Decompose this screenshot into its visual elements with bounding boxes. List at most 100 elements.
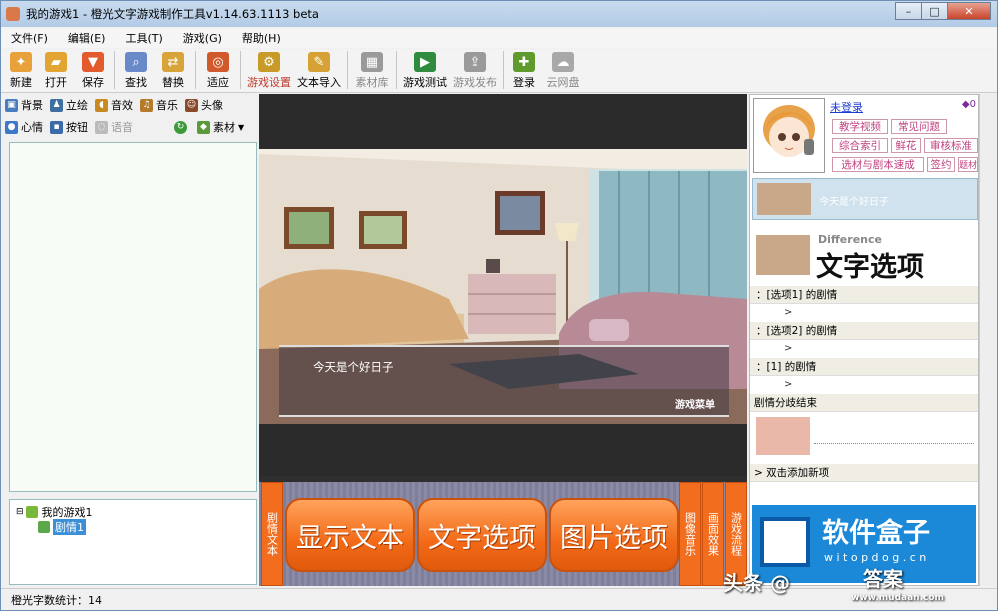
cloud-drive-icon: ☁: [552, 52, 574, 72]
open-folder-icon: ▰: [45, 52, 67, 72]
menu-file[interactable]: 文件(F): [1, 30, 58, 46]
login-icon: ✚: [513, 52, 535, 72]
replace-icon: ⇄: [162, 52, 184, 72]
event-show-text[interactable]: 今天是个好日子: [752, 178, 978, 220]
gear-icon: ⚙: [258, 52, 280, 72]
dialogue-text: 今天是个好日子: [313, 360, 394, 374]
menu-help[interactable]: 帮助(H): [232, 30, 291, 46]
material-library-icon: ▦: [361, 52, 383, 72]
speech-bubble-icon: ●: [5, 120, 18, 134]
close-button[interactable]: ✕: [947, 2, 991, 20]
tab-background[interactable]: ▣ 背景: [5, 97, 43, 113]
event-image[interactable]: [752, 415, 978, 457]
link-tutorial-video[interactable]: 教学视频: [832, 119, 888, 134]
option-branch-3-child[interactable]: >: [750, 376, 978, 392]
replace-button[interactable]: ⇄ 替换: [154, 49, 192, 91]
maximize-button[interactable]: □: [921, 2, 947, 20]
link-themes[interactable]: 题材: [958, 157, 978, 172]
game-folder-icon: [25, 505, 38, 518]
game-settings-button[interactable]: ⚙ 游戏设置: [244, 49, 294, 91]
refresh-button[interactable]: ↻: [174, 120, 190, 134]
text-import-button[interactable]: ✎ 文本导入: [294, 49, 344, 91]
tab-mood[interactable]: ● 心情: [5, 119, 43, 135]
tab-avatar[interactable]: ☺ 头像: [185, 97, 223, 113]
tab-screen-effects[interactable]: 画面效果: [702, 482, 724, 586]
option-branch-3[interactable]: ：[1] 的剧情: [750, 358, 978, 376]
link-flowers[interactable]: 鲜花: [891, 138, 921, 153]
image-thumbnail: [756, 417, 810, 455]
image-option-button[interactable]: 图片选项: [549, 498, 679, 572]
menu-bar: 文件(F) 编辑(E) 工具(T) 游戏(G) 帮助(H): [1, 28, 997, 48]
text-import-icon: ✎: [308, 52, 330, 72]
script-panel: 未登录 ◆0 教学视频 常见问题 综合索引 鲜花 审核标准 选材与剧本速成 签约…: [749, 94, 979, 586]
new-button[interactable]: ✦ 新建: [5, 49, 37, 91]
option-thumbnail: [756, 235, 810, 275]
text-option-button[interactable]: 文字选项: [417, 498, 547, 572]
open-button[interactable]: ▰ 打开: [37, 49, 75, 91]
tab-image-music[interactable]: 图像音乐: [679, 482, 701, 586]
login-button[interactable]: ✚ 登录: [507, 49, 541, 91]
branch-end[interactable]: 剧情分歧结束: [750, 394, 978, 412]
command-panel: 剧情文本 显示文本 文字选项 图片选项 图像音乐 画面效果 游戏流程: [259, 476, 747, 586]
new-file-icon: ✦: [10, 52, 32, 72]
voice-icon: ◌: [95, 120, 108, 134]
dialogue-box[interactable]: 今天是个好日子 游戏菜单: [279, 345, 729, 417]
game-preview[interactable]: 今天是个好日子 游戏菜单: [259, 94, 747, 476]
menu-tools[interactable]: 工具(T): [115, 30, 172, 46]
menu-game[interactable]: 游戏(G): [173, 30, 232, 46]
tab-voice[interactable]: ◌ 语音: [95, 119, 133, 135]
collapse-icon: ⊟: [16, 506, 24, 517]
game-menu-button[interactable]: 游戏菜单: [675, 396, 715, 411]
tab-music[interactable]: ♫ 音乐: [140, 97, 178, 113]
window-title: 我的游戏1 - 橙光文字游戏制作工具v1.14.63.1113 beta: [26, 7, 319, 21]
save-icon: ▼: [82, 52, 104, 72]
music-note-icon: ♫: [140, 98, 153, 112]
tab-button[interactable]: ▪ 按钮: [50, 119, 88, 135]
tab-material[interactable]: ◆ 素材 ▼: [197, 119, 244, 135]
fit-icon: ◎: [207, 52, 229, 72]
material-library-button[interactable]: ▦ 素材库: [351, 49, 393, 91]
project-tree: ⊟ 我的游戏1 剧情1: [9, 499, 257, 585]
title-bar[interactable]: 我的游戏1 - 橙光文字游戏制作工具v1.14.63.1113 beta – □…: [1, 1, 997, 27]
game-test-button[interactable]: ▶ 游戏测试: [400, 49, 450, 91]
watermark-toutiao: 头条 @: [723, 571, 790, 595]
add-new-item[interactable]: > 双击添加新项: [750, 464, 978, 482]
resource-tabs-row1: ▣ 背景 ♟ 立绘 ◖ 音效 ♫ 音乐 ☺ 头像: [5, 94, 257, 116]
user-profile: 未登录 ◆0 教学视频 常见问题 综合索引 鲜花 审核标准 选材与剧本速成 签约…: [750, 95, 980, 177]
minimize-button[interactable]: –: [895, 2, 921, 20]
option-branch-2[interactable]: ：[选项2] 的剧情: [750, 322, 978, 340]
link-script-crash-course[interactable]: 选材与剧本速成: [832, 157, 924, 172]
resource-list[interactable]: [9, 142, 257, 492]
material-icon: ◆: [197, 120, 210, 134]
event-text-option[interactable]: Difference 文字选项: [752, 231, 978, 283]
tree-node-game[interactable]: ⊟ 我的游戏1: [16, 504, 250, 519]
option-branch-1[interactable]: ：[选项1] 的剧情: [750, 286, 978, 304]
button-icon: ▪: [50, 120, 63, 134]
game-publish-button[interactable]: ⇪ 游戏发布: [450, 49, 500, 91]
login-link[interactable]: 未登录: [830, 99, 863, 115]
gem-icon: ◆: [961, 99, 970, 110]
fit-button[interactable]: ◎ 适应: [199, 49, 237, 91]
find-button[interactable]: ⌕ 查找: [118, 49, 154, 91]
right-scrollbar[interactable]: [979, 94, 997, 586]
find-icon: ⌕: [125, 52, 147, 72]
scene-icon: [38, 520, 50, 533]
event-thumbnail: [757, 183, 811, 215]
save-button[interactable]: ▼ 保存: [75, 49, 111, 91]
cloud-drive-button[interactable]: ☁ 云网盘: [541, 49, 585, 91]
link-faq[interactable]: 常见问题: [891, 119, 947, 134]
option-branch-2-child[interactable]: >: [750, 340, 978, 356]
link-index[interactable]: 综合索引: [832, 138, 888, 153]
link-contract[interactable]: 签约: [927, 157, 955, 172]
option-branch-1-child[interactable]: >: [750, 304, 978, 320]
portrait-icon: ♟: [50, 98, 63, 112]
tab-sound-effect[interactable]: ◖ 音效: [95, 97, 133, 113]
resource-pane: ▣ 背景 ♟ 立绘 ◖ 音效 ♫ 音乐 ☺ 头像 ● 心情 ▪ 按钮 ◌ 语音 ↻ ◆ 素材 ▼ ⊟…: [5, 94, 257, 586]
tab-story-text[interactable]: 剧情文本: [261, 482, 283, 586]
tree-node-scene[interactable]: 剧情1: [16, 518, 250, 535]
menu-edit[interactable]: 编辑(E): [58, 30, 116, 46]
show-text-button[interactable]: 显示文本: [285, 498, 415, 572]
link-review-standards[interactable]: 审核标准: [924, 138, 978, 153]
box-logo-icon: [760, 517, 810, 567]
tab-portrait[interactable]: ♟ 立绘: [50, 97, 88, 113]
